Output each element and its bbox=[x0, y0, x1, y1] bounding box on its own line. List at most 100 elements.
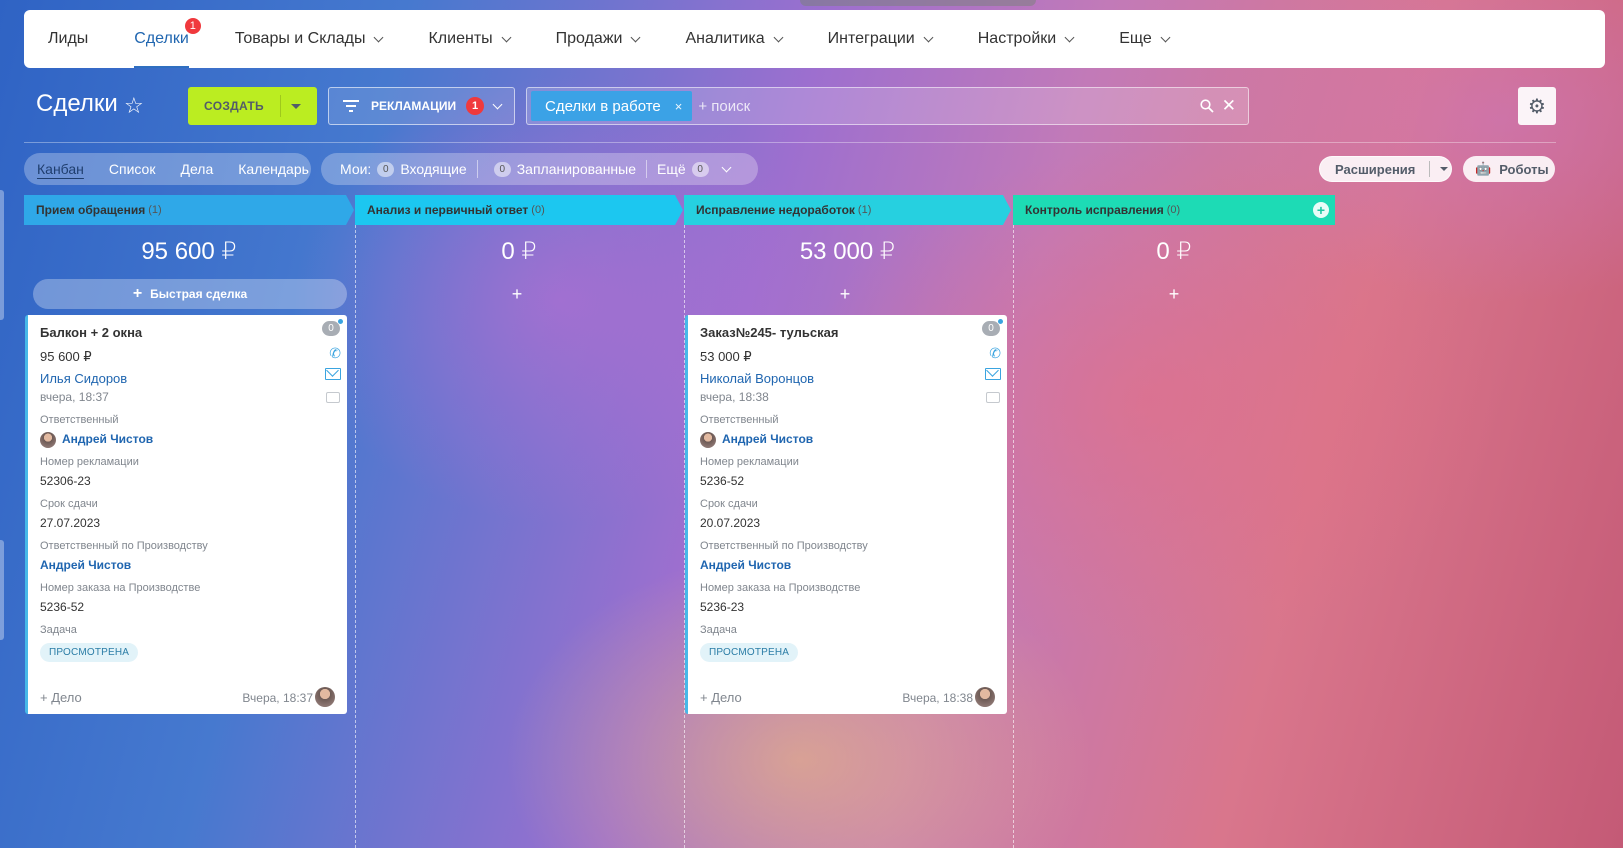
top-navigation: Лиды Сделки 1 Товары и Склады Клиенты Про… bbox=[24, 10, 1605, 68]
stage-name: Анализ и первичный ответ bbox=[367, 203, 529, 217]
counter-divider bbox=[646, 160, 647, 178]
task-status-badge: ПРОСМОТРЕНА bbox=[40, 643, 139, 662]
chevron-down-icon bbox=[1064, 32, 1075, 42]
phone-icon[interactable]: ✆ bbox=[329, 345, 341, 362]
view-calendar[interactable]: Календарь bbox=[238, 161, 309, 177]
nav-item-analytics[interactable]: Аналитика bbox=[685, 10, 784, 68]
field-label: Номер заказа на Производстве bbox=[40, 582, 201, 594]
nav-item-deals[interactable]: Сделки 1 bbox=[134, 10, 201, 68]
avatar bbox=[40, 432, 56, 448]
search-icon[interactable] bbox=[1200, 99, 1214, 113]
search-input[interactable] bbox=[698, 97, 1179, 115]
settings-gear-button[interactable]: ⚙ bbox=[1518, 87, 1556, 125]
stage-header[interactable]: Прием обращения (1) bbox=[24, 195, 354, 225]
stage-sum: 95 600 ₽ bbox=[141, 238, 237, 265]
plus-icon: + bbox=[132, 285, 143, 302]
add-deal-plus-icon[interactable]: + bbox=[830, 284, 860, 305]
nav-item-clients[interactable]: Клиенты bbox=[428, 10, 512, 68]
production-responsible[interactable]: Андрей Чистов bbox=[40, 555, 347, 580]
field-label: Ответственный bbox=[40, 414, 119, 426]
incoming-count: 0 bbox=[377, 161, 395, 177]
stage-header[interactable]: Контроль исправления (0) bbox=[1013, 195, 1335, 225]
dropdown-arrow-icon[interactable] bbox=[291, 103, 301, 109]
nav-item-leads[interactable]: Лиды bbox=[48, 10, 88, 68]
remove-filter-icon[interactable]: × bbox=[675, 99, 683, 114]
add-stage-icon[interactable]: + bbox=[1313, 202, 1329, 218]
quick-deal-button[interactable]: + Быстрая сделка bbox=[33, 279, 347, 309]
more-count: 0 bbox=[691, 161, 709, 177]
mail-icon[interactable] bbox=[985, 368, 1001, 380]
deal-date: вчера, 18:38 bbox=[700, 390, 769, 404]
view-kanban[interactable]: Канбан bbox=[37, 161, 84, 177]
column-divider bbox=[355, 225, 356, 848]
stage-sum: 0 ₽ bbox=[501, 238, 537, 265]
nav-label: Аналитика bbox=[685, 30, 765, 47]
stage-name: Исправление недоработок bbox=[696, 203, 855, 217]
deal-client[interactable]: Илья Сидоров bbox=[40, 371, 347, 390]
clear-search-icon[interactable]: ✕ bbox=[1222, 96, 1236, 116]
robots-button[interactable]: 🤖 Роботы bbox=[1463, 156, 1555, 182]
counter-planned[interactable]: Запланированные bbox=[517, 161, 636, 177]
counters-label: Мои: bbox=[340, 161, 372, 177]
deal-client[interactable]: Николай Воронцов bbox=[700, 371, 1007, 390]
mail-icon[interactable] bbox=[325, 368, 341, 380]
left-panel-edge[interactable] bbox=[0, 190, 4, 320]
add-activity-link[interactable]: + Дело bbox=[700, 690, 742, 705]
chat-icon[interactable] bbox=[986, 392, 1000, 403]
create-button[interactable]: СОЗДАТЬ bbox=[188, 87, 317, 125]
deadline-value: 20.07.2023 bbox=[700, 516, 761, 530]
deal-title[interactable]: Балкон + 2 окна bbox=[40, 325, 347, 347]
add-deal-plus-icon[interactable]: + bbox=[1159, 284, 1189, 305]
responsible-name: Андрей Чистов bbox=[62, 432, 154, 446]
category-badge: 1 bbox=[466, 97, 485, 115]
deal-price: 95 600 ₽ bbox=[40, 349, 92, 364]
left-panel-edge[interactable] bbox=[0, 540, 4, 640]
chevron-down-icon[interactable] bbox=[721, 162, 732, 172]
toolbar-divider bbox=[24, 142, 1556, 143]
deal-card[interactable]: 0 ✆ Заказ№245- тульская 53 000 ₽ Николай… bbox=[685, 315, 1007, 714]
nav-item-products[interactable]: Товары и Склады bbox=[235, 10, 384, 68]
create-button-label: СОЗДАТЬ bbox=[204, 99, 264, 113]
avatar[interactable] bbox=[315, 687, 335, 707]
deal-title[interactable]: Заказ№245- тульская bbox=[700, 325, 1007, 347]
filter-search-box[interactable]: Сделки в работе × ✕ bbox=[526, 87, 1249, 125]
notification-badge: 1 bbox=[184, 18, 201, 34]
footer-date: Вчера, 18:37 bbox=[242, 691, 313, 705]
chevron-down-icon bbox=[492, 99, 503, 109]
stage-header[interactable]: Исправление недоработок (1) bbox=[684, 195, 1011, 225]
stage-sum: 53 000 ₽ bbox=[799, 238, 896, 265]
extensions-button[interactable]: Расширения bbox=[1319, 156, 1452, 182]
unread-dot bbox=[998, 319, 1003, 324]
production-order: 5236-23 bbox=[700, 600, 745, 614]
add-activity-link[interactable]: + Дело bbox=[40, 690, 82, 705]
nav-item-settings[interactable]: Настройки bbox=[978, 10, 1075, 68]
phone-icon[interactable]: ✆ bbox=[989, 345, 1001, 362]
field-label: Номер рекламации bbox=[700, 456, 799, 468]
counter-incoming[interactable]: Входящие bbox=[400, 161, 466, 177]
deal-card[interactable]: 0 ✆ Балкон + 2 окна 95 600 ₽ Илья Сидоро… bbox=[25, 315, 347, 714]
avatar[interactable] bbox=[975, 687, 995, 707]
add-deal-plus-icon[interactable]: + bbox=[502, 284, 532, 305]
chat-icon[interactable] bbox=[326, 392, 340, 403]
footer-date: Вчера, 18:38 bbox=[902, 691, 973, 705]
claim-number: 52306-23 bbox=[40, 474, 91, 488]
planned-count: 0 bbox=[493, 161, 511, 177]
active-filter-tag[interactable]: Сделки в работе × bbox=[531, 91, 693, 121]
responsible-user[interactable]: Андрей Чистов bbox=[40, 429, 347, 454]
nav-item-more[interactable]: Еще bbox=[1119, 10, 1171, 68]
nav-item-integrations[interactable]: Интеграции bbox=[828, 10, 934, 68]
background-decoration bbox=[800, 0, 1036, 6]
category-select-button[interactable]: РЕКЛАМАЦИИ 1 bbox=[328, 87, 515, 125]
stage-count: (0) bbox=[1166, 204, 1181, 216]
production-responsible[interactable]: Андрей Чистов bbox=[700, 555, 1007, 580]
dropdown-arrow-icon[interactable] bbox=[1440, 167, 1449, 171]
view-list[interactable]: Список bbox=[109, 161, 156, 177]
responsible-user[interactable]: Андрей Чистов bbox=[700, 429, 1007, 454]
view-activities[interactable]: Дела bbox=[180, 161, 213, 177]
counter-more[interactable]: Ещё bbox=[657, 161, 686, 177]
chevron-down-icon bbox=[631, 32, 641, 42]
nav-item-sales[interactable]: Продажи bbox=[556, 10, 641, 68]
chevron-down-icon bbox=[374, 32, 384, 42]
star-icon[interactable]: ☆ bbox=[124, 93, 144, 119]
stage-header[interactable]: Анализ и первичный ответ (0) bbox=[355, 195, 683, 225]
